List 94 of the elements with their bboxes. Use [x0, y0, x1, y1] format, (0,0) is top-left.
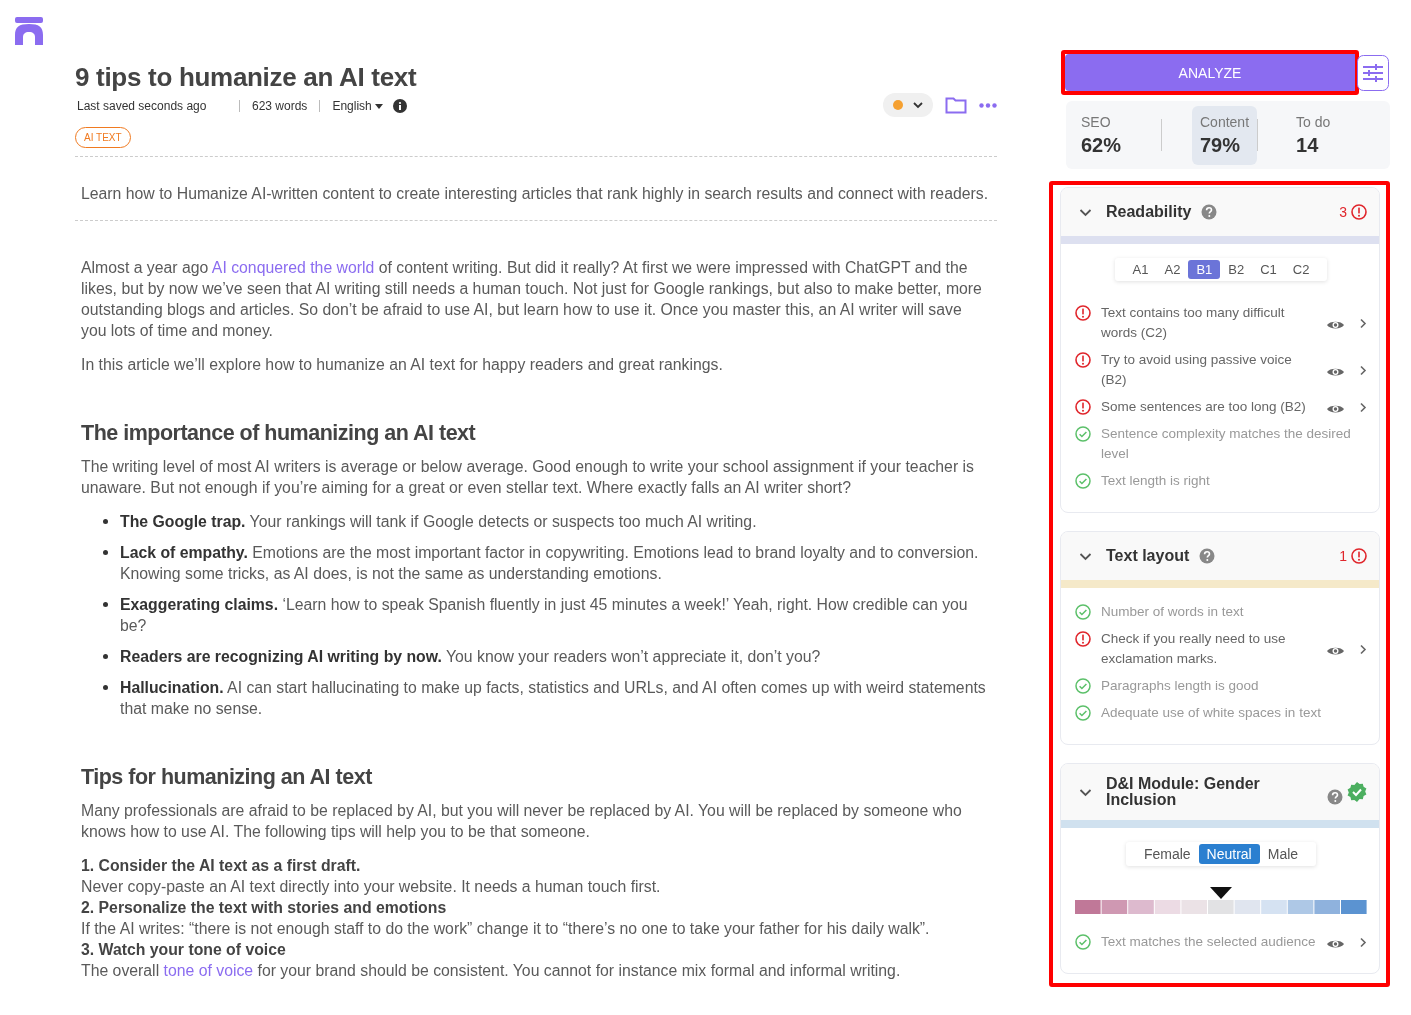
- chevron-icon[interactable]: [1079, 787, 1092, 797]
- more-icon[interactable]: [979, 102, 997, 108]
- step-heading: 1. Consider the AI text as a first draft.: [81, 856, 362, 876]
- section-heading: Tips for humanizing an AI text: [81, 765, 373, 790]
- bullet-dot: [103, 519, 108, 524]
- check-text: Number of words in text: [1101, 603, 1245, 621]
- warning-icon: [1075, 631, 1091, 647]
- document-title[interactable]: 9 tips to humanize an AI text: [75, 62, 417, 93]
- card-header[interactable]: Readability 3: [1061, 188, 1379, 236]
- intro-paragraph: Learn how to Humanize AI-written content to create interesting articles that rank highly in search results and connect with readers.: [81, 184, 990, 204]
- option-tab[interactable]: Neutral: [1198, 844, 1260, 864]
- paragraph: The overall tone of voice for your brand should be consistent. You cannot for instance mix formal and informal writing.: [81, 961, 902, 981]
- option-tab[interactable]: C1: [1252, 260, 1285, 279]
- paragraph: Never copy-paste an AI text directly into your website. It needs a human touch first.: [81, 877, 662, 897]
- section-heading: The importance of humanizing an AI text: [81, 421, 477, 446]
- paragraph: Almost a year ago AI conquered the world of content writing. But did it really? At first we were impressed with ChatGPT and the likes, but by now we’ve seen that AI writing still needs a human touch. Not just for Google rankings, but also to make better, more outstanding blogs and articles. So don’t be afraid to use AI, but learn how to use it. Once you master this, an AI writer will save you lots of time and money.: [81, 258, 983, 341]
- folder-icon[interactable]: [945, 96, 967, 114]
- chevron-icon[interactable]: [1359, 401, 1367, 413]
- option-tab[interactable]: A2: [1156, 260, 1189, 279]
- eye-icon[interactable]: [1326, 938, 1345, 950]
- warning-icon: [1075, 305, 1091, 321]
- word-count: 623 words: [252, 99, 308, 113]
- check-text: Text length is right: [1101, 472, 1211, 490]
- issue-count: 1: [1339, 548, 1347, 564]
- check-badge-icon: [1347, 782, 1367, 802]
- analyze-button[interactable]: ANALYZE: [1065, 54, 1355, 91]
- eye-icon[interactable]: [1326, 645, 1345, 657]
- list-item-text: The Google trap. Your rankings will tank if Google detects or suspects too much AI writing.: [120, 512, 757, 532]
- caret-icon[interactable]: [374, 103, 383, 109]
- chevron-icon[interactable]: [1359, 364, 1367, 376]
- list-item-text: Hallucination. AI can start hallucinating to make up facts, statistics and URLs, and AI often comes up with weird statements that make no sense.: [120, 678, 987, 719]
- score-tab[interactable]: Content 79%: [1192, 105, 1258, 165]
- chevron-icon[interactable]: [1079, 551, 1092, 561]
- help-icon[interactable]: [1327, 789, 1343, 805]
- check-icon: [1075, 678, 1091, 694]
- option-tab[interactable]: Female: [1135, 844, 1199, 864]
- step-heading: 2. Personalize the text with stories and emotions: [81, 898, 448, 918]
- settings-icon[interactable]: [1357, 54, 1389, 91]
- issue-count: 3: [1339, 204, 1347, 220]
- check-text: Some sentences are too long (B2): [1101, 398, 1307, 416]
- check-text: Adequate use of white spaces in text: [1101, 704, 1322, 722]
- warning-icon: [1351, 204, 1367, 220]
- help-icon[interactable]: [1199, 548, 1216, 564]
- warning-icon: [1075, 399, 1091, 415]
- chevron-icon[interactable]: [1359, 936, 1367, 948]
- list-item-text: Exaggerating claims. ‘Learn how to speak Spanish fluently in just 45 minutes a week!’ Yeah, right. How credible can you be?: [120, 595, 969, 636]
- check-text: Paragraphs length is good: [1101, 677, 1260, 695]
- language-dropdown[interactable]: English: [332, 99, 383, 113]
- chevron-icon[interactable]: [1359, 643, 1367, 655]
- text-link[interactable]: AI conquered the world: [211, 259, 375, 276]
- check-text: Check if you really need to use exclamation marks.: [1101, 630, 1287, 668]
- check-icon: [1075, 426, 1091, 442]
- option-tab[interactable]: B2: [1220, 260, 1253, 279]
- score-tab[interactable]: SEO 62%: [1066, 105, 1161, 165]
- bullet-dot: [103, 550, 108, 555]
- score-tab[interactable]: To do 14: [1296, 105, 1331, 165]
- check-text: Text contains too many difficult words (C2): [1101, 304, 1286, 342]
- card-header[interactable]: D&I Module: Gender Inclusion: [1061, 764, 1379, 820]
- option-tab[interactable]: C2: [1284, 260, 1318, 279]
- text-link[interactable]: tone of voice: [163, 962, 254, 979]
- paragraph: The writing level of most AI writers is average or below average. Good enough to write your school assignment if your teacher is unaware. But not enough if you’re aiming for a great or even stellar text. Where exactly falls an AI writer short?: [81, 457, 975, 498]
- bullet-dot: [103, 654, 108, 659]
- save-status: Last saved seconds ago: [77, 99, 208, 113]
- option-tab[interactable]: Male: [1259, 844, 1307, 864]
- chevron-icon[interactable]: [1079, 207, 1092, 217]
- step-heading: 3. Watch your tone of voice: [81, 940, 287, 960]
- list-item-text: Lack of empathy. Emotions are the most important factor in copywriting. Emotions lead to brand loyalty and to conversion. Knowing some tricks, as AI does, is not the same as understanding emotions.: [120, 543, 980, 584]
- eye-icon[interactable]: [1326, 366, 1345, 378]
- option-tab[interactable]: B1: [1188, 260, 1221, 279]
- check-text: Try to avoid using passive voice (B2): [1101, 351, 1293, 389]
- bullet-dot: [103, 602, 108, 607]
- check-text: Sentence complexity matches the desired level: [1101, 425, 1352, 463]
- info-icon[interactable]: [392, 99, 407, 113]
- check-icon: [1075, 705, 1091, 721]
- eye-icon[interactable]: [1326, 319, 1345, 331]
- help-icon[interactable]: [1201, 204, 1218, 220]
- warning-icon: [1075, 352, 1091, 368]
- check-text: Text matches the selected audience: [1101, 933, 1317, 951]
- chevron-icon[interactable]: [1359, 317, 1367, 329]
- paragraph: In this article we’ll explore how to humanize an AI text for happy readers and great rankings.: [81, 355, 724, 375]
- check-icon: [1075, 934, 1091, 950]
- card-header[interactable]: Text layout 1: [1061, 532, 1379, 580]
- eye-icon[interactable]: [1326, 403, 1345, 415]
- list-item-text: Readers are recognizing AI writing by now. You know your readers won’t appreciate it, don’t you?: [120, 647, 821, 667]
- paragraph: Many professionals are afraid to be replaced by AI, but you will never be replaced by AI. You will be replaced by someone who knows how to use AI. The following tips will help you to be that someone.: [81, 801, 963, 842]
- scale-marker[interactable]: [1210, 887, 1232, 899]
- warning-icon: [1351, 548, 1367, 564]
- check-icon: [1075, 604, 1091, 620]
- caret-icon[interactable]: [913, 101, 923, 109]
- bullet-dot: [103, 685, 108, 690]
- logo-icon[interactable]: [15, 17, 43, 45]
- option-tab[interactable]: A1: [1124, 260, 1157, 279]
- paragraph: If the AI writes: “there is not enough staff to do the work” change it to “there’s no one to take your father for his daily walk”.: [81, 919, 931, 939]
- check-icon: [1075, 473, 1091, 489]
